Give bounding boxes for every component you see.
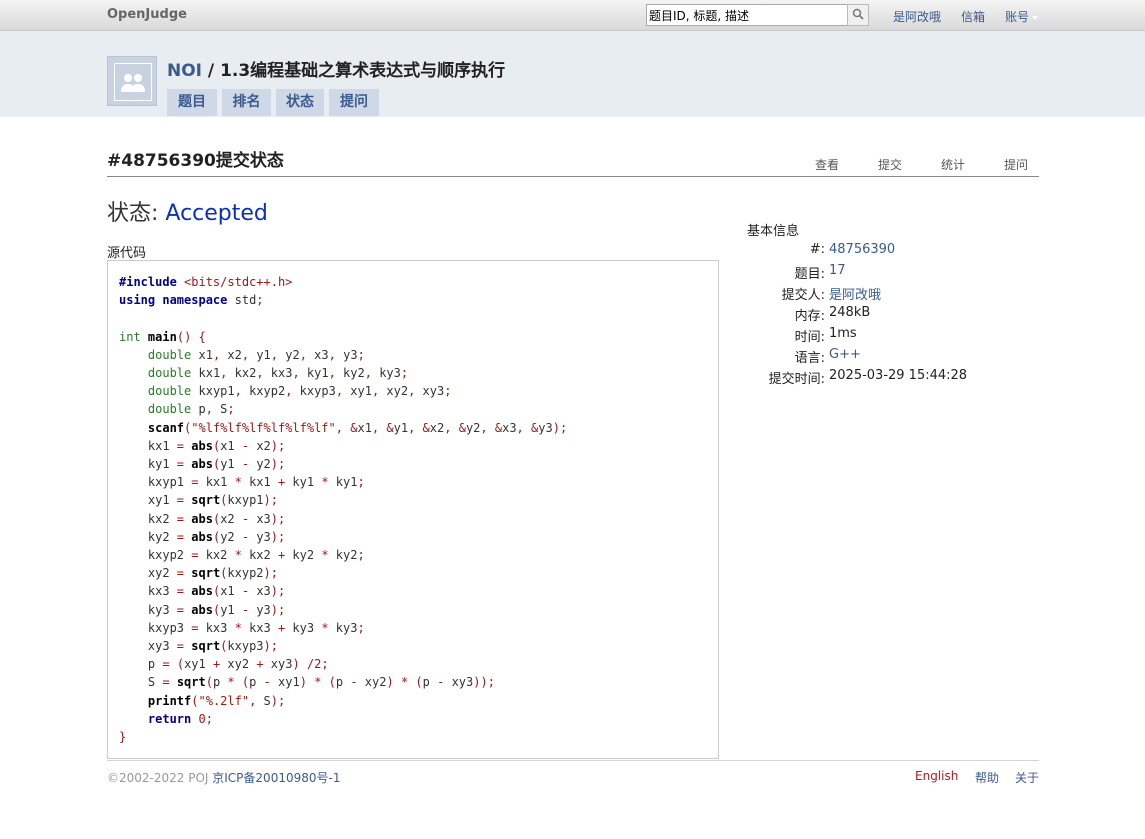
info-value[interactable]: 48756390	[829, 242, 895, 257]
code-line: double kxyp1, kxyp2, kxyp3, xy1, xy2, xy…	[147, 384, 452, 399]
breadcrumb: NOI / 1.3编程基础之算术表达式与顺序执行	[167, 56, 505, 81]
account-menu[interactable]: 账号	[1005, 8, 1039, 25]
status-value: Accepted	[165, 201, 268, 226]
subnav-submit[interactable]: 提交	[878, 156, 902, 173]
info-row: 提交人: 是阿改哦	[747, 284, 1047, 305]
info-row: 内存: 248kB	[747, 305, 1047, 326]
search-input[interactable]	[646, 4, 848, 26]
code-line: double x1, x2, y1, y2, x3, y3;	[147, 347, 365, 362]
info-value: 1ms	[829, 326, 857, 341]
code-line: using namespace std;	[119, 293, 264, 308]
info-label: 题目:	[794, 267, 825, 282]
tab-rank[interactable]: 排名	[222, 89, 271, 116]
avatar-frame	[114, 63, 152, 101]
info-row: 时间: 1ms	[747, 326, 1047, 347]
footer-divider	[107, 760, 1039, 761]
search-button[interactable]	[847, 4, 869, 26]
source-code-label: 源代码	[107, 246, 147, 261]
info-row: 提交时间: 2025-03-29 15:44:28	[747, 368, 1047, 389]
about-link[interactable]: 关于	[1015, 769, 1039, 786]
mail-link[interactable]: 信箱	[961, 8, 985, 25]
subnav-ask[interactable]: 提问	[1004, 156, 1028, 173]
info-value: 2025-03-29 15:44:28	[829, 368, 968, 383]
code-line: kxyp1 = kx1 * kx1 + ky1 * ky1;	[119, 475, 365, 490]
tab-ask[interactable]: 提问	[329, 89, 379, 116]
code-line: }	[119, 730, 127, 745]
code-line: kx3 = abs(x1 - x3);	[119, 584, 286, 599]
code-line: p = (xy1 + xy2 + xy3) /2;	[119, 657, 329, 672]
breadcrumb-category: 1.3编程基础之算术表达式与顺序执行	[220, 61, 506, 81]
info-label: 时间:	[794, 330, 825, 345]
code-line: return 0;	[147, 711, 213, 726]
info-label: 提交时间:	[768, 372, 825, 387]
code-line: kx2 = abs(x2 - x3);	[119, 511, 286, 526]
info-row: 语言: G++	[747, 347, 1047, 368]
code-line: double kx1, kx2, kx3, ky1, ky2, ky3;	[147, 366, 409, 381]
search-icon	[852, 8, 864, 20]
code-line: ky3 = abs(y1 - y3);	[119, 602, 286, 617]
code-line: xy2 = sqrt(kxyp2);	[119, 566, 278, 581]
info-value[interactable]: G++	[829, 347, 861, 362]
copyright: ©2002-2022 POJ 京ICP备20010980号-1	[107, 769, 340, 786]
page-title: #48756390提交状态	[107, 151, 284, 171]
source-code: #include <bits/stdc++.h> using namespace…	[119, 273, 567, 746]
chevron-down-icon	[1032, 15, 1039, 20]
tab-status[interactable]: 状态	[276, 89, 324, 116]
account-label: 账号	[1005, 10, 1030, 24]
status-label: 状态:	[107, 201, 166, 226]
code-line: S = sqrt(p * (p - xy1) * (p - xy2) * (p …	[119, 675, 495, 690]
group-header: NOI / 1.3编程基础之算术表达式与顺序执行 题目 排名 状态 提问	[0, 31, 1145, 117]
code-line: xy3 = sqrt(kxyp3);	[119, 639, 278, 654]
code-line: xy1 = sqrt(kxyp1);	[119, 493, 278, 508]
code-line: kxyp3 = kx3 * kx3 + ky3 * ky3;	[119, 620, 365, 635]
code-line: int main() {	[119, 329, 206, 344]
info-label: #:	[809, 242, 825, 257]
info-label: 语言:	[794, 351, 825, 366]
info-label: 提交人:	[781, 288, 825, 303]
info-value[interactable]: 是阿改哦	[829, 284, 881, 303]
subnav-view[interactable]: 查看	[815, 156, 839, 173]
search-box	[646, 4, 869, 26]
breadcrumb-separator: /	[202, 61, 221, 81]
group-avatar	[107, 56, 157, 106]
info-value[interactable]: 17	[829, 263, 846, 278]
source-code-box[interactable]: #include <bits/stdc++.h> using namespace…	[107, 260, 719, 759]
code-line: scanf("%lf%lf%lf%lf%lf%lf", &x1, &y1, &x…	[147, 420, 568, 435]
divider	[107, 176, 1039, 177]
user-link[interactable]: 是阿改哦	[893, 8, 941, 25]
users-icon	[121, 74, 145, 92]
breadcrumb-group[interactable]: NOI	[167, 61, 202, 81]
help-link[interactable]: 帮助	[975, 769, 999, 786]
code-line: printf("%.2lf", S);	[147, 693, 286, 708]
code-line: ky2 = abs(y2 - y3);	[119, 529, 286, 544]
status-line: 状态: Accepted	[107, 195, 268, 227]
code-line: #include <bits/stdc++.h>	[119, 275, 293, 289]
copyright-text: ©2002-2022 POJ	[107, 771, 213, 785]
tab-problems[interactable]: 题目	[167, 89, 217, 116]
info-label: 内存:	[794, 309, 825, 324]
info-row: 题目: 17	[747, 263, 1047, 284]
site-logo[interactable]: OpenJudge	[107, 7, 187, 22]
code-line: kx1 = abs(x1 - x2);	[119, 438, 286, 453]
language-english-link[interactable]: English	[915, 769, 958, 783]
code-line: ky1 = abs(y1 - y2);	[119, 457, 286, 472]
icp-link[interactable]: 京ICP备20010980号-1	[212, 771, 340, 785]
subnav-stats[interactable]: 统计	[941, 156, 965, 173]
code-line: double p, S;	[147, 402, 235, 417]
info-row: #: 48756390	[747, 242, 1047, 263]
code-line: kxyp2 = kx2 * kx2 + ky2 * ky2;	[119, 548, 365, 563]
info-title: 基本信息	[747, 224, 800, 239]
top-bar: OpenJudge 是阿改哦 信箱 账号	[0, 0, 1145, 31]
info-value: 248kB	[829, 305, 871, 320]
